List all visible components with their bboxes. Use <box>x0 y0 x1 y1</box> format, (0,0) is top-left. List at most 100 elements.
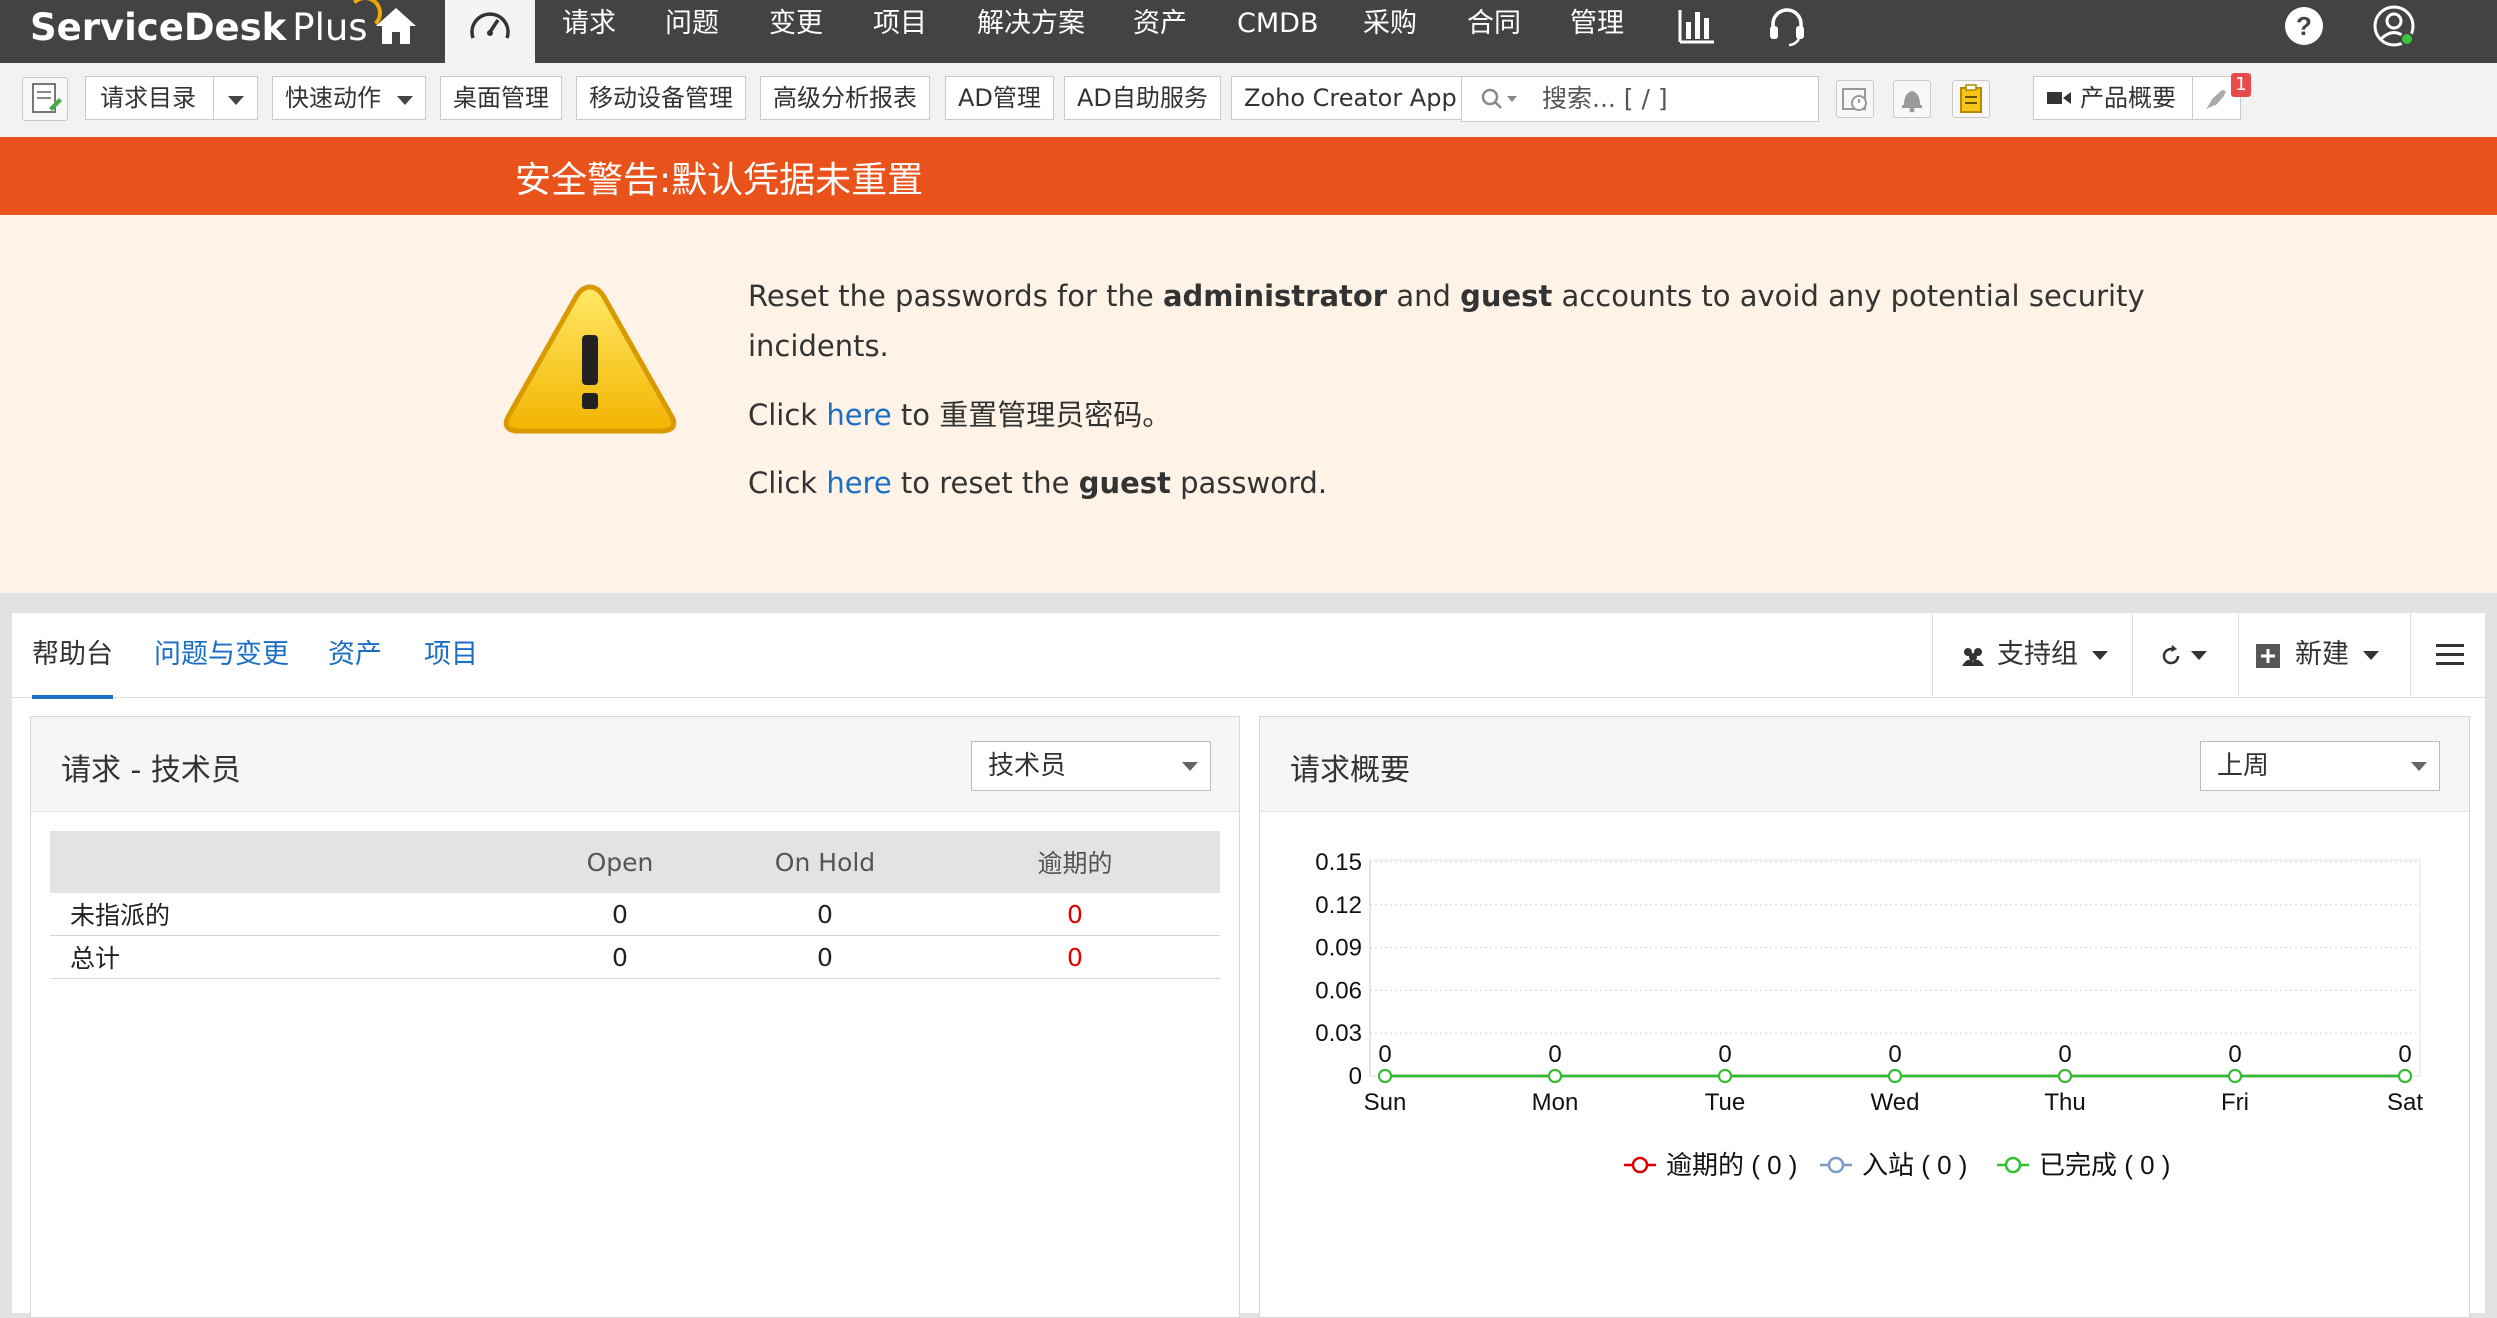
legend-item[interactable]: 入站 ( 0 ) <box>1820 1150 1967 1180</box>
group-icon <box>1962 647 1984 666</box>
legend-label: 逾期的 ( 0 ) <box>1666 1150 1797 1180</box>
data-label: 0 <box>2228 1041 2241 1068</box>
period-filter-select[interactable]: 上周 <box>2200 741 2440 791</box>
data-point <box>1718 1069 1732 1083</box>
app-logo[interactable]: ServiceDesk Plus <box>30 0 382 52</box>
cell-on-hold[interactable]: 0 <box>720 893 930 936</box>
legend-marker <box>2004 1156 2022 1174</box>
legend-marker <box>1631 1156 1649 1174</box>
product-overview-label: 产品概要 <box>2080 84 2176 112</box>
home-icon[interactable] <box>372 4 420 48</box>
table-row: 总计 0 0 0 <box>50 935 1220 979</box>
chevron-down-icon <box>1182 762 1198 771</box>
reports-icon[interactable] <box>1674 4 1718 48</box>
tab-projects[interactable]: 项目 <box>424 613 478 695</box>
security-alert-bar: 安全警告:默认凭据未重置 <box>0 137 2497 215</box>
tab-problems-changes[interactable]: 问题与变更 <box>154 613 289 695</box>
notification-bell-icon[interactable] <box>1893 80 1931 118</box>
y-tick-label: 0.06 <box>1315 977 1362 1004</box>
dashboard-tab[interactable] <box>445 0 535 63</box>
new-request-icon[interactable] <box>22 77 68 121</box>
nav-contracts[interactable]: 合同 <box>1467 0 1521 50</box>
nav-changes[interactable]: 变更 <box>769 0 823 50</box>
support-group-dropdown[interactable]: 支持组 <box>1932 613 2132 696</box>
quick-actions-button[interactable]: 快速动作 <box>272 76 426 120</box>
widget-title: 请求 - 技术员 <box>61 753 241 788</box>
nav-admin[interactable]: 管理 <box>1570 0 1624 50</box>
dashboard-tabs: 帮助台 问题与变更 资产 项目 支持组 新建 <box>12 613 2485 699</box>
ad-management-button[interactable]: AD管理 <box>945 76 1054 120</box>
data-label: 0 <box>1378 1041 1391 1068</box>
x-tick-label: Wed <box>1871 1089 1920 1116</box>
legend-label: 已完成 ( 0 ) <box>2039 1150 2170 1180</box>
nav-problems[interactable]: 问题 <box>665 0 719 50</box>
logo-brand: ServiceDesk <box>30 5 287 49</box>
nav-projects[interactable]: 项目 <box>873 0 927 50</box>
rocket-icon[interactable] <box>2202 87 2230 111</box>
chevron-down-icon <box>2191 651 2207 660</box>
alert-line-3: Click here to reset the guest password. <box>748 466 1328 500</box>
table-row: 未指派的 0 0 0 <box>50 893 1220 936</box>
nav-assets[interactable]: 资产 <box>1133 0 1187 50</box>
reset-admin-password-link[interactable]: here <box>826 398 891 432</box>
request-catalog-button[interactable]: 请求目录 <box>85 76 258 120</box>
tab-helpdesk[interactable]: 帮助台 <box>32 613 113 699</box>
legend-label: 入站 ( 0 ) <box>1862 1150 1967 1180</box>
nav-cmdb[interactable]: CMDB <box>1237 0 1318 50</box>
cell-overdue[interactable]: 0 <box>930 935 1220 979</box>
ad-self-service-button[interactable]: AD自助服务 <box>1064 76 1221 120</box>
security-alert-title: 安全警告:默认凭据未重置 <box>515 160 924 201</box>
nav-solutions[interactable]: 解决方案 <box>977 0 1085 50</box>
support-headset-icon[interactable] <box>1765 4 1809 48</box>
data-point <box>1888 1069 1902 1083</box>
advanced-reports-button[interactable]: 高级分析报表 <box>760 76 930 120</box>
history-icon[interactable] <box>1836 80 1874 118</box>
tab-assets[interactable]: 资产 <box>328 613 382 695</box>
user-status-icon[interactable] <box>2372 4 2416 48</box>
column-on-hold: On Hold <box>720 831 930 893</box>
menu-button[interactable] <box>2410 613 2485 696</box>
toolbar: 请求目录 快速动作 桌面管理 移动设备管理 高级分析报表 AD管理 AD自助服务… <box>0 63 2497 138</box>
widget-header: 请求概要 上周 <box>1260 717 2469 812</box>
data-point <box>2058 1069 2072 1083</box>
nav-requests[interactable]: 请求 <box>562 0 616 50</box>
y-tick-label: 0.09 <box>1315 935 1362 962</box>
request-summary-chart: 0 0.03 0.06 0.09 0.12 0.15 Sun Mon Tue Wed Thu Fri S… <box>1315 849 2423 1180</box>
search-input[interactable]: 搜索... [ / ] <box>1542 77 1668 121</box>
desktop-management-button[interactable]: 桌面管理 <box>440 76 562 120</box>
zoho-creator-button[interactable]: Zoho Creator App <box>1231 76 1470 120</box>
nav-purchase[interactable]: 采购 <box>1363 0 1417 50</box>
video-camera-icon <box>2047 92 2071 104</box>
chevron-down-icon <box>2411 762 2427 771</box>
data-label: 0 <box>2398 1041 2411 1068</box>
dashboard-icon <box>470 12 510 39</box>
table-header-row: Open On Hold 逾期的 <box>50 831 1220 893</box>
x-tick-label: Sun <box>1364 1089 1407 1116</box>
x-tick-label: Fri <box>2221 1089 2249 1116</box>
data-point <box>2228 1069 2242 1083</box>
cell-on-hold[interactable]: 0 <box>720 935 930 979</box>
reset-guest-password-link[interactable]: here <box>826 466 891 500</box>
data-point <box>1548 1069 1562 1083</box>
refresh-dropdown[interactable] <box>2132 613 2238 696</box>
plus-square-icon <box>2256 643 2280 668</box>
clipboard-icon[interactable] <box>1952 80 1990 118</box>
chevron-down-icon[interactable] <box>228 96 244 105</box>
legend-item[interactable]: 已完成 ( 0 ) <box>1997 1150 2170 1180</box>
cell-open[interactable]: 0 <box>520 893 720 936</box>
notification-badge: 1 <box>2231 73 2251 97</box>
global-search[interactable]: 搜索... [ / ] <box>1461 76 1819 122</box>
help-icon[interactable]: ? <box>2282 4 2326 48</box>
column-overdue: 逾期的 <box>930 831 1220 893</box>
legend-item[interactable]: 逾期的 ( 0 ) <box>1624 1150 1797 1180</box>
x-tick-label: Sat <box>2387 1089 2423 1116</box>
chevron-down-icon <box>2363 651 2379 660</box>
chevron-down-icon <box>397 96 413 105</box>
mobile-device-management-button[interactable]: 移动设备管理 <box>576 76 746 120</box>
cell-open[interactable]: 0 <box>520 935 720 979</box>
product-overview-button[interactable]: 产品概要 <box>2033 76 2241 120</box>
cell-overdue[interactable]: 0 <box>930 893 1220 936</box>
technician-filter-select[interactable]: 技术员 <box>971 741 1211 791</box>
data-label: 0 <box>1548 1041 1561 1068</box>
new-widget-dropdown[interactable]: 新建 <box>2238 613 2410 696</box>
